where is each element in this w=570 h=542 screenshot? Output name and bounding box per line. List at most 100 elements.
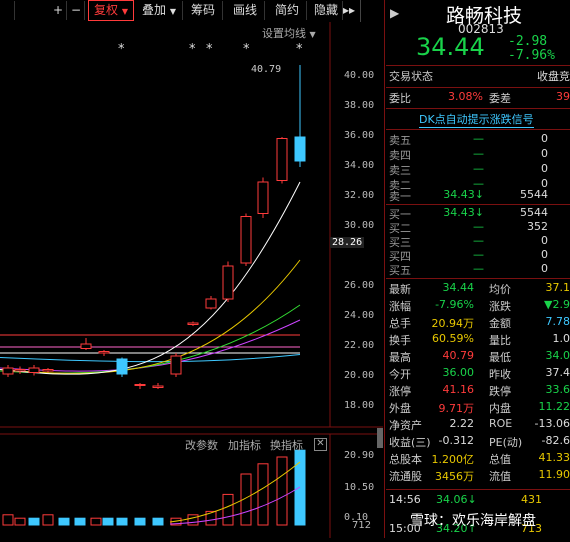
stat-row: 今开36.00昨收37.4 bbox=[386, 366, 570, 384]
panel-divider bbox=[384, 0, 385, 538]
stat-value: 37.4 bbox=[546, 366, 570, 379]
stat-label: 最高 bbox=[389, 349, 411, 365]
ask-vol: 0 bbox=[541, 132, 548, 145]
edit-params-button[interactable]: 改参数 bbox=[185, 437, 218, 453]
candle-body bbox=[117, 359, 127, 374]
y-tick-label: 20.00 bbox=[344, 370, 374, 381]
stat-value: 9.71万 bbox=[439, 400, 475, 416]
stat-row: 最新34.44均价37.1 bbox=[386, 281, 570, 299]
divider bbox=[386, 65, 570, 66]
stat-label: 量比 bbox=[489, 332, 511, 348]
ask-price: — bbox=[436, 162, 484, 175]
weibi-row: 委比 3.08% 委差 39 bbox=[386, 90, 570, 108]
volume-bar bbox=[223, 494, 233, 525]
stat-value: 33.6 bbox=[546, 383, 570, 396]
stat-value: 37.1 bbox=[546, 281, 570, 294]
zoom-out-button[interactable]: − bbox=[68, 1, 85, 20]
stat-row: 总手20.94万金额7.78 bbox=[386, 315, 570, 333]
stat-label: 外盘 bbox=[389, 400, 411, 416]
chart-toolbar: + − 复权 ▼ 叠加 ▼ 筹码 画线 简约 隐藏 ▸▸ bbox=[0, 0, 383, 22]
volume-bar bbox=[91, 518, 101, 525]
draw-line-button[interactable]: 画线 bbox=[226, 1, 265, 20]
chevron-down-icon: ▼ bbox=[170, 7, 176, 16]
divider bbox=[386, 129, 570, 130]
volume-bar bbox=[75, 518, 85, 525]
ask-price: 34.43↓ bbox=[436, 188, 484, 201]
stat-value: -13.06 bbox=[535, 417, 570, 430]
ma-line bbox=[0, 320, 300, 371]
sub-y-tick: 10.50 bbox=[344, 482, 374, 493]
stat-value: 60.59% bbox=[432, 332, 474, 345]
restore-rights-label: 复权 bbox=[94, 3, 118, 17]
panel-resize-handle[interactable] bbox=[377, 428, 383, 448]
chips-button[interactable]: 筹码 bbox=[184, 1, 223, 20]
quote-panel: ▶ 路畅科技 002813 34.44 -2.98 -7.96% 交易状态 收盘… bbox=[386, 0, 570, 538]
dk-signal-link[interactable]: DK点自动提示涨跌信号 bbox=[419, 111, 534, 128]
expand-arrows-icon[interactable]: ▸▸ bbox=[342, 1, 356, 20]
high-price-label: 40.79 bbox=[251, 64, 281, 75]
close-icon[interactable]: ✕ bbox=[314, 438, 327, 451]
ask-vol: 0 bbox=[541, 162, 548, 175]
bid-price: — bbox=[436, 262, 484, 275]
volume-bar bbox=[188, 515, 198, 525]
hide-button[interactable]: 隐藏 bbox=[310, 1, 343, 20]
stat-value: 41.33 bbox=[539, 451, 570, 464]
stat-label: 净资产 bbox=[389, 417, 422, 433]
chevron-down-icon: ▼ bbox=[122, 7, 128, 16]
cursor-price-label: 28.26 bbox=[330, 237, 364, 248]
stat-label: 换手 bbox=[389, 332, 411, 348]
stat-value: 40.79 bbox=[443, 349, 475, 362]
volume-bar bbox=[277, 457, 287, 525]
stat-value: 11.22 bbox=[539, 400, 570, 413]
y-tick-label: 36.00 bbox=[344, 130, 374, 141]
ma-settings-button[interactable]: 设置均线 ▼ bbox=[262, 25, 316, 41]
stat-label: 最新 bbox=[389, 281, 411, 297]
price-change: -2.98 bbox=[508, 34, 547, 49]
watermark-logo: 雪球：欢乐海岸解盘 bbox=[410, 510, 536, 530]
volume-bar bbox=[29, 518, 39, 525]
toolbar-divider bbox=[360, 0, 361, 22]
status-value: 收盘竞 bbox=[537, 68, 570, 84]
candle-body bbox=[153, 386, 163, 388]
stat-value: 1.200亿 bbox=[432, 451, 475, 467]
stat-label: 流值 bbox=[489, 468, 511, 484]
bid-vol: 352 bbox=[527, 220, 548, 233]
back-arrow-icon[interactable]: ▶ bbox=[390, 6, 399, 20]
candle-body bbox=[43, 370, 53, 372]
divider bbox=[386, 489, 570, 490]
restore-rights-dropdown[interactable]: 复权 ▼ bbox=[88, 0, 134, 21]
ma-settings-label: 设置均线 bbox=[262, 27, 306, 40]
stat-value: 1.0 bbox=[553, 332, 570, 345]
candle-body bbox=[223, 266, 233, 299]
chevron-down-icon: ▼ bbox=[310, 30, 316, 39]
switch-indicator-button[interactable]: 换指标 bbox=[270, 437, 303, 453]
stat-row: 最高40.79最低34.0 bbox=[386, 349, 570, 367]
weibi-label: 委比 bbox=[389, 90, 411, 106]
signal-star: * bbox=[296, 42, 303, 57]
stat-label: 跌停 bbox=[489, 383, 511, 399]
kline-chart-area[interactable]: 设置均线 ▼ * * * * * 40.79 40.00 38.00 36.00… bbox=[0, 22, 383, 538]
stat-value: 2.22 bbox=[450, 417, 475, 430]
stat-value: -0.312 bbox=[439, 434, 474, 447]
stat-label: 总股本 bbox=[389, 451, 422, 467]
stat-label: 均价 bbox=[489, 281, 511, 297]
weicha-label: 委差 bbox=[489, 90, 511, 106]
signal-star: * bbox=[118, 42, 125, 57]
dk-signal-row[interactable]: DK点自动提示涨跌信号 bbox=[386, 111, 570, 129]
stat-value: 7.78 bbox=[546, 315, 570, 328]
stat-label: 流通股 bbox=[389, 468, 422, 484]
status-row: 交易状态 收盘竞 bbox=[386, 68, 570, 86]
zoom-in-button[interactable]: + bbox=[50, 1, 67, 20]
add-indicator-button[interactable]: 加指标 bbox=[228, 437, 261, 453]
signal-star: * bbox=[189, 42, 196, 57]
signal-star: * bbox=[243, 42, 250, 57]
simple-mode-button[interactable]: 简约 bbox=[268, 1, 307, 20]
ask-vol: 0 bbox=[541, 147, 548, 160]
volume-bar bbox=[258, 464, 268, 525]
bid-vol: 0 bbox=[541, 248, 548, 261]
overlay-dropdown[interactable]: 叠加 ▼ bbox=[136, 1, 183, 20]
y-tick-label: 30.00 bbox=[344, 220, 374, 231]
divider bbox=[386, 278, 570, 279]
y-tick-label: 18.00 bbox=[344, 400, 374, 411]
stats-table: 最新34.44均价37.1涨幅-7.96%涨跌▼2.9总手20.94万金额7.7… bbox=[386, 281, 570, 491]
